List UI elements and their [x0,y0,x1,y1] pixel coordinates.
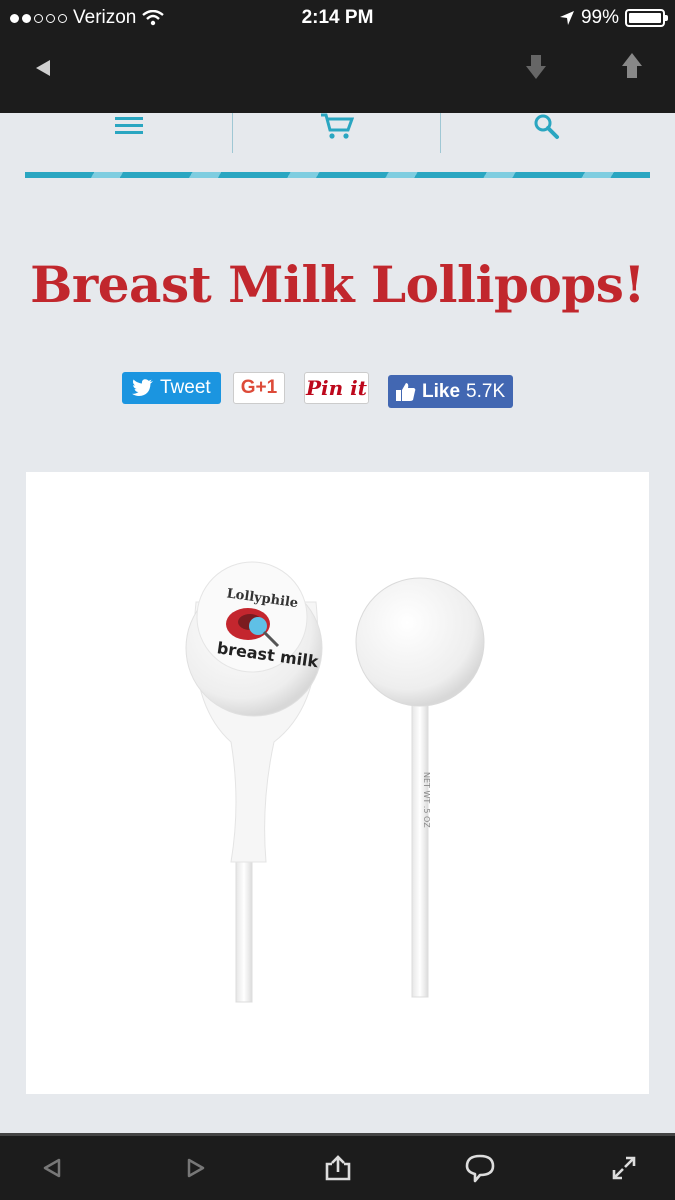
forward-icon [187,1158,205,1178]
site-navigation [25,113,650,153]
nav-accent-stripe [25,172,650,178]
back-arrow-icon[interactable] [36,60,50,76]
lollipops-illustration: Lollyphile breast milk NET WT .5 OZ [185,561,485,1003]
product-image: Lollyphile breast milk NET WT .5 OZ [26,472,649,1094]
forward-button[interactable] [166,1136,226,1200]
arrow-down-icon[interactable] [526,55,546,81]
twitter-bird-icon [132,379,153,396]
status-bar: Verizon 2:14 PM 99% [0,0,675,34]
comment-button[interactable] [450,1136,510,1200]
plain-lollipop: NET WT .5 OZ [355,577,485,998]
location-icon [559,11,574,25]
google-plus-button[interactable]: G+1 [233,372,285,404]
article-title: Breast Milk Lollipops! [30,255,645,314]
arrow-up-icon[interactable] [622,53,642,79]
thumbs-up-icon [396,382,416,401]
nav-divider [440,113,441,153]
browser-bottom-toolbar [0,1133,675,1200]
share-icon [325,1155,351,1181]
battery-group: 99% [559,7,668,29]
battery-percent: 99% [580,7,619,28]
menu-icon [115,117,143,134]
share-button[interactable] [308,1136,368,1200]
cart-icon [321,113,354,139]
back-icon [43,1158,61,1178]
cart-button[interactable] [233,113,441,153]
stick-print: NET WT .5 OZ [422,772,431,828]
gplus-label: G+1 [240,377,278,398]
browser-top-bar: Verizon 2:14 PM 99% [0,0,675,113]
like-label: Like [422,380,461,402]
search-icon [534,114,559,139]
wrapped-lollipop: Lollyphile breast milk [185,561,323,1003]
expand-button[interactable] [594,1136,654,1200]
tweet-button[interactable]: Tweet [122,372,221,404]
pinterest-button[interactable]: Pin it [304,372,369,404]
tweet-label: Tweet [160,377,211,398]
back-button[interactable] [22,1136,82,1200]
battery-icon [625,9,668,27]
like-count: 5.7K [466,380,506,402]
search-button[interactable] [442,113,650,153]
menu-button[interactable] [25,113,233,153]
pin-label: Pin it [306,376,367,400]
facebook-like-button[interactable]: Like 5.7K [388,375,513,408]
expand-icon [612,1156,636,1180]
comment-icon [465,1154,495,1183]
